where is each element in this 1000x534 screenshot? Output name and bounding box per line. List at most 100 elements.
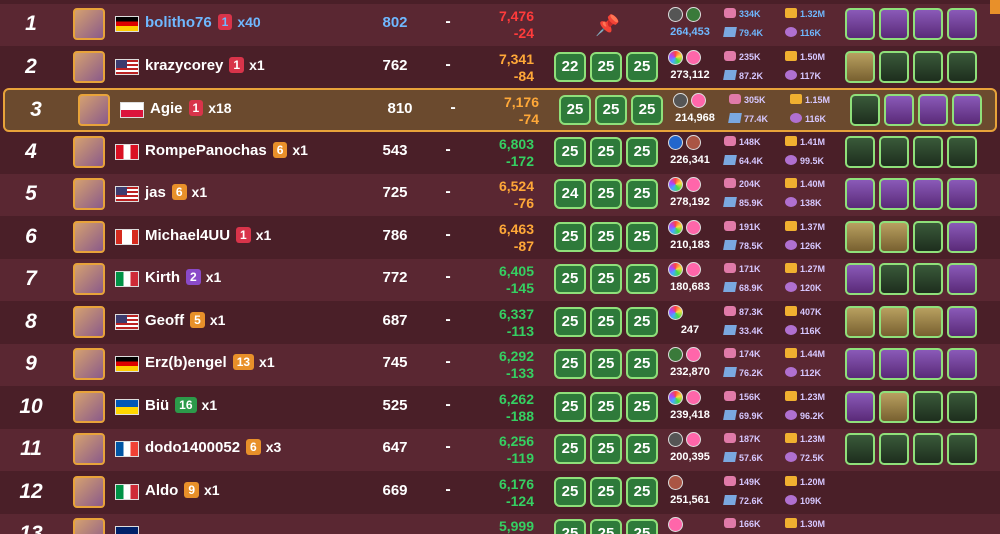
- scroll-cap[interactable]: [990, 0, 1000, 14]
- leaderboard-row[interactable]: 3 Agie 1 x18 810-7,176 -74 25 25 25 214,968 305K 77…: [3, 88, 997, 132]
- player-name[interactable]: Michael4UU: [145, 227, 230, 244]
- player-name-group[interactable]: dodo1400052 6 x3: [145, 439, 281, 456]
- team-card[interactable]: [845, 220, 875, 253]
- leaderboard-row[interactable]: 10 Biü 16 x1 525-6,262 -188 25 25 25 239,418 156K 6…: [0, 386, 1000, 429]
- team-card[interactable]: [913, 305, 943, 338]
- player-name[interactable]: RompePanochas: [145, 142, 267, 159]
- team-card[interactable]: [879, 220, 909, 253]
- avatar[interactable]: [73, 390, 105, 423]
- leaderboard-row[interactable]: 12 Aldo 9 x1 669-6,176 -124 25 25 25 251,561 149K 7…: [0, 471, 1000, 514]
- team-card[interactable]: [947, 263, 977, 295]
- team-card[interactable]: [947, 305, 977, 338]
- team-card[interactable]: [913, 220, 943, 253]
- team-card[interactable]: [845, 348, 875, 380]
- team-card[interactable]: [913, 135, 943, 168]
- team-card[interactable]: [879, 433, 909, 465]
- team-card[interactable]: [947, 390, 977, 423]
- player-name-group[interactable]: jas 6 x1: [145, 184, 207, 201]
- team-card[interactable]: [845, 135, 875, 168]
- avatar[interactable]: [73, 305, 105, 338]
- team-card[interactable]: [879, 263, 909, 295]
- team-card[interactable]: [845, 263, 875, 295]
- player-name[interactable]: dodo1400052: [145, 439, 240, 456]
- team-card[interactable]: [879, 178, 909, 210]
- team-card[interactable]: [879, 305, 909, 338]
- team-card[interactable]: [845, 305, 875, 338]
- player-name-group[interactable]: Kirth 2 x1: [145, 269, 221, 286]
- stat-s1: 204K: [724, 178, 761, 189]
- avatar[interactable]: [73, 220, 105, 253]
- avatar[interactable]: [73, 348, 105, 380]
- leaderboard-row[interactable]: 1 bolitho76 1 x40 802-7,476 -24 📌 264,453 334K 79…: [0, 4, 1000, 46]
- player-name-group[interactable]: Biü 16 x1: [145, 396, 217, 414]
- player-name-group[interactable]: RompePanochas 6 x1: [145, 141, 308, 159]
- leaderboard-row[interactable]: 11 dodo1400052 6 x3 647-6,256 -119 25 25 25 200,3…: [0, 429, 1000, 471]
- team-card[interactable]: [913, 348, 943, 380]
- avatar[interactable]: [73, 178, 105, 210]
- team-card[interactable]: [952, 94, 982, 126]
- player-name[interactable]: Geoff: [145, 312, 184, 329]
- leaderboard-row[interactable]: 8 Geoff 5 x1 687-6,337 -113 25 25 25 247 87.3K 33.4…: [0, 301, 1000, 344]
- team-card[interactable]: [947, 220, 977, 253]
- team-card[interactable]: [913, 390, 943, 423]
- team-card[interactable]: [845, 178, 875, 210]
- player-name-group[interactable]: Michael4UU 1 x1: [145, 226, 271, 244]
- team-card[interactable]: [947, 50, 977, 83]
- leaderboard-row[interactable]: 6 Michael4UU 1 x1 786-6,463 -87 25 25 25 210,183 1…: [0, 216, 1000, 259]
- player-name[interactable]: Biü: [145, 397, 169, 414]
- team-card[interactable]: [845, 390, 875, 423]
- points-total: 6,176: [498, 475, 534, 492]
- team-card[interactable]: [913, 433, 943, 465]
- team-card[interactable]: [879, 348, 909, 380]
- leaderboard-row[interactable]: 13 5,999 25 25 25 166K 1.30M: [0, 514, 1000, 534]
- player-name-group[interactable]: Agie 1 x18: [150, 100, 232, 117]
- leaderboard-row[interactable]: 9 Erz(b)engel 13 x1 745-6,292 -133 25 25 25 232,8…: [0, 344, 1000, 386]
- leaderboard-row[interactable]: 4 RompePanochas 6 x1 543-6,803 -172 25 25 25 226,…: [0, 131, 1000, 174]
- avatar[interactable]: [73, 518, 105, 534]
- player-name-group[interactable]: bolitho76 1 x40: [145, 14, 261, 31]
- team-card[interactable]: [913, 50, 943, 83]
- crown-icon: [785, 220, 797, 231]
- player-name[interactable]: krazycorey: [145, 57, 223, 74]
- team-card[interactable]: [947, 8, 977, 40]
- avatar[interactable]: [73, 50, 105, 83]
- points-delta: -119: [506, 450, 534, 466]
- player-name[interactable]: jas: [145, 184, 166, 201]
- leaderboard-row[interactable]: 2 krazycorey 1 x1 762-7,341 -84 22 25 25 273,112 2…: [0, 46, 1000, 89]
- team-card[interactable]: [879, 390, 909, 423]
- leaderboard-row[interactable]: 7 Kirth 2 x1 772-6,405 -145 25 25 25 180,683 171K 6…: [0, 259, 1000, 301]
- team-card[interactable]: [845, 433, 875, 465]
- avatar[interactable]: [73, 433, 105, 465]
- team-card[interactable]: [947, 135, 977, 168]
- avatar[interactable]: [73, 135, 105, 168]
- team-card[interactable]: [913, 263, 943, 295]
- player-name[interactable]: Agie: [150, 100, 183, 117]
- player-name-group[interactable]: Geoff 5 x1: [145, 311, 225, 329]
- team-card[interactable]: [879, 8, 909, 40]
- team-card[interactable]: [879, 135, 909, 168]
- avatar[interactable]: [78, 94, 110, 126]
- team-card[interactable]: [947, 348, 977, 380]
- leaderboard-row[interactable]: 5 jas 6 x1 725-6,524 -76 24 25 25 278,192 204K 85.9…: [0, 174, 1000, 216]
- avatar[interactable]: [73, 475, 105, 508]
- team-card[interactable]: [845, 8, 875, 40]
- player-name-group[interactable]: Aldo 9 x1: [145, 481, 220, 499]
- team-card[interactable]: [913, 8, 943, 40]
- team-card[interactable]: [879, 50, 909, 83]
- avatar[interactable]: [73, 8, 105, 40]
- team-card[interactable]: [845, 50, 875, 83]
- team-card[interactable]: [913, 178, 943, 210]
- player-name[interactable]: bolitho76: [145, 14, 212, 31]
- team-card[interactable]: [850, 94, 880, 126]
- team-card[interactable]: [884, 94, 914, 126]
- pushpin-icon[interactable]: 📌: [595, 13, 620, 38]
- player-name-group[interactable]: krazycorey 1 x1: [145, 56, 265, 74]
- player-name[interactable]: Aldo: [145, 482, 178, 499]
- team-card[interactable]: [947, 433, 977, 465]
- team-card[interactable]: [918, 94, 948, 126]
- player-name[interactable]: Kirth: [145, 269, 180, 286]
- player-name[interactable]: Erz(b)engel: [145, 354, 227, 371]
- avatar[interactable]: [73, 263, 105, 295]
- player-name-group[interactable]: Erz(b)engel 13 x1: [145, 354, 275, 371]
- team-card[interactable]: [947, 178, 977, 210]
